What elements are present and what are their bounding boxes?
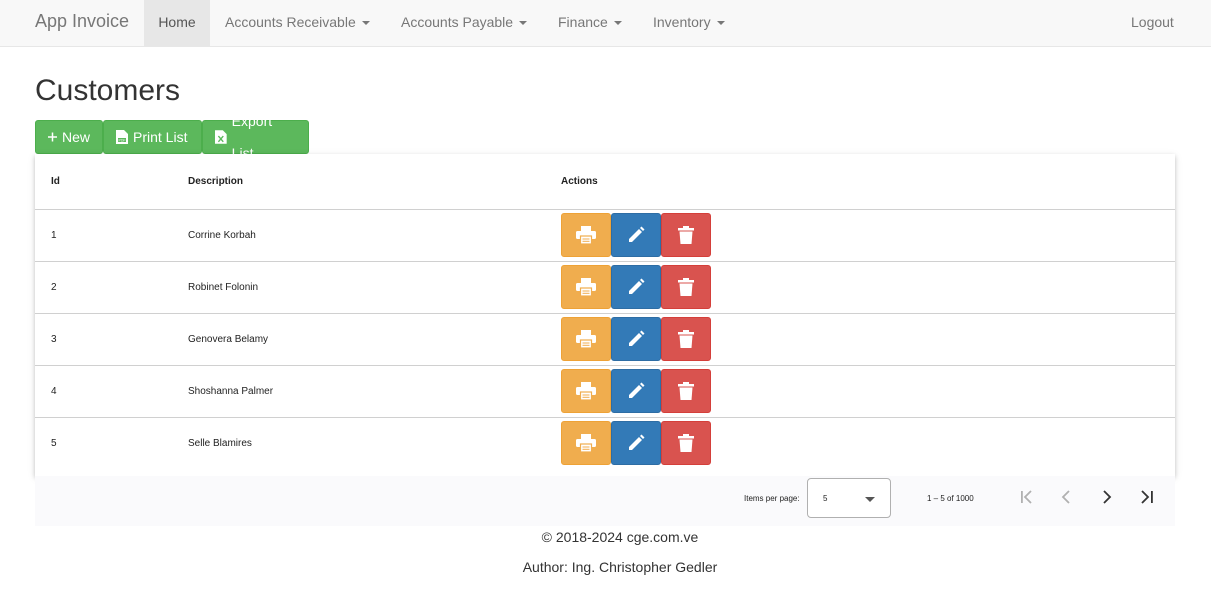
pdf-file-icon: PDF xyxy=(116,130,128,144)
nav-accounts-receivable[interactable]: Accounts Receivable xyxy=(225,0,370,46)
cell-id: 4 xyxy=(51,386,57,397)
header-description: Description xyxy=(188,176,244,187)
pencil-icon xyxy=(629,434,645,450)
new-button[interactable]: New xyxy=(35,120,103,154)
print-button[interactable] xyxy=(561,421,611,465)
last-page-icon xyxy=(1141,490,1153,504)
print-button[interactable] xyxy=(561,265,611,309)
trash-icon xyxy=(678,382,694,400)
nav-home[interactable]: Home xyxy=(144,0,210,46)
table-header: Id Description Actions xyxy=(35,154,1175,210)
print-button[interactable] xyxy=(561,317,611,361)
pencil-icon xyxy=(629,382,645,398)
nav-accounts-receivable-label: Accounts Receivable xyxy=(225,14,356,30)
print-list-button-label: Print List xyxy=(133,129,188,145)
table-row: 4 Shoshanna Palmer xyxy=(35,366,1175,418)
paginator: Items per page: 5 1 – 5 of 1000 xyxy=(35,476,1175,526)
next-page-button[interactable] xyxy=(1094,484,1120,510)
dropdown-arrow-icon xyxy=(865,497,875,502)
trash-icon xyxy=(678,278,694,296)
chevron-left-icon xyxy=(1061,490,1070,504)
first-page-icon xyxy=(1021,490,1032,504)
delete-button[interactable] xyxy=(661,421,711,465)
pencil-icon xyxy=(629,278,645,294)
caret-down-icon xyxy=(716,21,725,26)
navbar: App Invoice Home Accounts Receivable Acc… xyxy=(0,0,1211,47)
print-button[interactable] xyxy=(561,369,611,413)
page-title: Customers xyxy=(35,74,181,107)
edit-button[interactable] xyxy=(611,213,661,257)
printer-icon xyxy=(576,330,596,348)
nav-inventory-label: Inventory xyxy=(653,14,711,30)
nav-finance-label: Finance xyxy=(558,14,608,30)
navbar-brand[interactable]: App Invoice xyxy=(35,11,129,32)
nav-home-label: Home xyxy=(158,14,196,30)
header-actions: Actions xyxy=(561,176,598,187)
trash-icon xyxy=(678,330,694,348)
printer-icon xyxy=(576,382,596,400)
cell-description: Selle Blamires xyxy=(188,438,252,449)
cell-description: Shoshanna Palmer xyxy=(188,386,274,397)
items-per-page-value: 5 xyxy=(823,494,828,503)
svg-text:PDF: PDF xyxy=(119,138,126,142)
last-page-button[interactable] xyxy=(1134,484,1160,510)
cell-description: Genovera Belamy xyxy=(188,334,269,345)
range-label: 1 – 5 of 1000 xyxy=(927,494,974,503)
edit-button[interactable] xyxy=(611,265,661,309)
edit-button[interactable] xyxy=(611,421,661,465)
footer-copyright: © 2018-2024 cge.com.ve xyxy=(541,529,699,545)
pencil-icon xyxy=(629,226,645,242)
cell-id: 5 xyxy=(51,438,57,449)
plus-icon xyxy=(48,132,57,142)
nav-accounts-payable[interactable]: Accounts Payable xyxy=(401,0,528,46)
first-page-button[interactable] xyxy=(1014,484,1040,510)
header-id: Id xyxy=(51,176,60,187)
pencil-icon xyxy=(629,330,645,346)
edit-button[interactable] xyxy=(611,317,661,361)
delete-button[interactable] xyxy=(661,265,711,309)
printer-icon xyxy=(576,226,596,244)
delete-button[interactable] xyxy=(661,317,711,361)
items-per-page-select[interactable]: 5 xyxy=(807,478,891,518)
cell-id: 1 xyxy=(51,230,57,241)
cell-description: Robinet Folonin xyxy=(188,282,259,293)
cell-description: Corrine Korbah xyxy=(188,230,256,241)
logout-link[interactable]: Logout xyxy=(1131,0,1174,46)
trash-icon xyxy=(678,226,694,244)
previous-page-button[interactable] xyxy=(1054,484,1080,510)
cell-id: 2 xyxy=(51,282,57,293)
customers-table: Id Description Actions 1 Corrine Korbah 2 R… xyxy=(35,154,1175,476)
cell-id: 3 xyxy=(51,334,57,345)
excel-file-icon xyxy=(215,130,227,144)
nav-finance[interactable]: Finance xyxy=(558,0,622,46)
caret-down-icon xyxy=(519,21,528,26)
print-list-button[interactable]: PDF Print List xyxy=(103,120,202,154)
delete-button[interactable] xyxy=(661,369,711,413)
new-button-label: New xyxy=(61,129,90,145)
edit-button[interactable] xyxy=(611,369,661,413)
caret-down-icon xyxy=(361,21,370,26)
items-per-page-label: Items per page: xyxy=(744,494,800,503)
table-row: 1 Corrine Korbah xyxy=(35,210,1175,262)
table-row: 2 Robinet Folonin xyxy=(35,262,1175,314)
printer-icon xyxy=(576,434,596,452)
trash-icon xyxy=(678,434,694,452)
table-row: 5 Selle Blamires xyxy=(35,418,1175,470)
export-list-button[interactable]: Export List xyxy=(202,113,309,161)
table-row: 3 Genovera Belamy xyxy=(35,314,1175,366)
delete-button[interactable] xyxy=(661,213,711,257)
nav-accounts-payable-label: Accounts Payable xyxy=(401,14,514,30)
print-button[interactable] xyxy=(561,213,611,257)
chevron-right-icon xyxy=(1103,490,1112,504)
nav-inventory[interactable]: Inventory xyxy=(653,0,725,46)
footer-author: Author: Ing. Christopher Gedler xyxy=(522,559,718,575)
caret-down-icon xyxy=(613,21,622,26)
printer-icon xyxy=(576,278,596,296)
